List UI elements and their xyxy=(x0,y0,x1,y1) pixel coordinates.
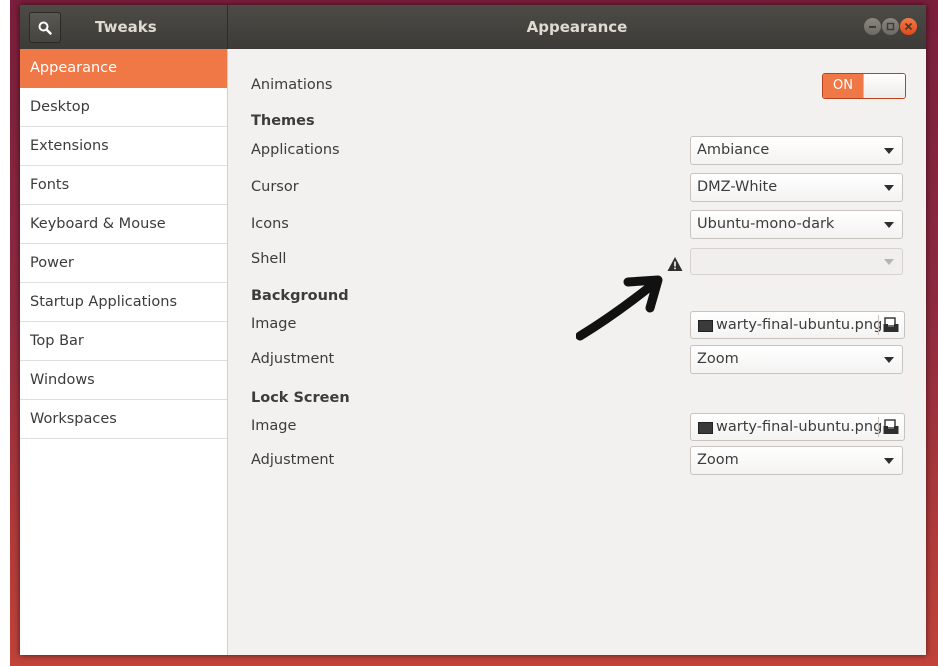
minimize-icon xyxy=(869,26,876,28)
sidebar-item-fonts[interactable]: Fonts xyxy=(20,166,227,205)
toggle-on-text: ON xyxy=(823,74,863,98)
chevron-down-icon xyxy=(884,185,894,191)
applications-label: Applications xyxy=(251,142,340,158)
applications-theme-value: Ambiance xyxy=(697,142,770,158)
file-open-icon xyxy=(883,317,899,332)
chevron-down-icon xyxy=(884,357,894,363)
background-adjustment-value: Zoom xyxy=(697,351,739,367)
lock-screen-heading: Lock Screen xyxy=(251,390,350,406)
file-open-icon xyxy=(883,419,899,434)
shell-theme-combo xyxy=(690,248,903,275)
cursor-theme-value: DMZ-White xyxy=(697,179,778,195)
sidebar-item-power[interactable]: Power xyxy=(20,244,227,283)
background-adjustment-combo[interactable]: Zoom xyxy=(690,345,903,374)
cursor-label: Cursor xyxy=(251,179,299,195)
sidebar-item-top-bar[interactable]: Top Bar xyxy=(20,322,227,361)
title-bar: Tweaks Appearance xyxy=(20,5,926,49)
animations-toggle[interactable]: ON xyxy=(822,73,906,99)
chevron-down-icon xyxy=(884,259,894,265)
lock-screen-adjustment-label: Adjustment xyxy=(251,452,335,468)
chevron-down-icon xyxy=(884,222,894,228)
background-image-filename: warty-final-ubuntu.png xyxy=(716,317,883,333)
image-file-icon xyxy=(698,422,713,434)
shell-label: Shell xyxy=(251,251,287,267)
chevron-down-icon xyxy=(884,458,894,464)
icons-label: Icons xyxy=(251,216,289,232)
maximize-icon xyxy=(886,22,895,31)
toggle-knob[interactable] xyxy=(863,74,905,98)
sidebar-item-appearance[interactable]: Appearance xyxy=(20,49,227,88)
lock-screen-image-filename: warty-final-ubuntu.png xyxy=(716,419,883,435)
background-image-chooser[interactable]: warty-final-ubuntu.png xyxy=(690,311,905,339)
chooser-separator xyxy=(878,417,879,437)
chooser-separator xyxy=(878,315,879,335)
window-controls xyxy=(864,18,917,35)
image-file-icon xyxy=(698,320,713,332)
lock-screen-adjustment-combo[interactable]: Zoom xyxy=(690,446,903,475)
sidebar-item-desktop[interactable]: Desktop xyxy=(20,88,227,127)
maximize-button[interactable] xyxy=(882,18,899,35)
minimize-button[interactable] xyxy=(864,18,881,35)
annotation-arrow-icon xyxy=(576,275,663,341)
tweaks-window: Tweaks Appearance Appearance Desktop Ext… xyxy=(20,5,926,655)
sidebar-item-startup-applications[interactable]: Startup Applications xyxy=(20,283,227,322)
sidebar-item-extensions[interactable]: Extensions xyxy=(20,127,227,166)
background-heading: Background xyxy=(251,288,349,304)
animations-label: Animations xyxy=(251,77,333,93)
applications-theme-combo[interactable]: Ambiance xyxy=(690,136,903,165)
icons-theme-value: Ubuntu-mono-dark xyxy=(697,216,835,232)
lock-screen-adjustment-value: Zoom xyxy=(697,452,739,468)
background-adjustment-label: Adjustment xyxy=(251,351,335,367)
sidebar-item-workspaces[interactable]: Workspaces xyxy=(20,400,227,439)
lock-screen-image-chooser[interactable]: warty-final-ubuntu.png xyxy=(690,413,905,441)
sidebar: Appearance Desktop Extensions Fonts Keyb… xyxy=(20,49,228,655)
chevron-down-icon xyxy=(884,148,894,154)
sidebar-title: Tweaks xyxy=(95,18,157,36)
background-image-label: Image xyxy=(251,316,297,332)
sidebar-item-keyboard-mouse[interactable]: Keyboard & Mouse xyxy=(20,205,227,244)
search-icon xyxy=(38,21,52,35)
sidebar-item-windows[interactable]: Windows xyxy=(20,361,227,400)
appearance-panel: Animations ON Themes Applications Ambian… xyxy=(228,49,926,655)
icons-theme-combo[interactable]: Ubuntu-mono-dark xyxy=(690,210,903,239)
search-button[interactable] xyxy=(29,12,61,43)
warning-icon xyxy=(667,257,683,271)
themes-heading: Themes xyxy=(251,113,315,129)
window-title: Appearance xyxy=(526,18,628,36)
lock-screen-image-label: Image xyxy=(251,418,297,434)
close-button[interactable] xyxy=(900,18,917,35)
cursor-theme-combo[interactable]: DMZ-White xyxy=(690,173,903,202)
close-icon xyxy=(904,22,913,31)
